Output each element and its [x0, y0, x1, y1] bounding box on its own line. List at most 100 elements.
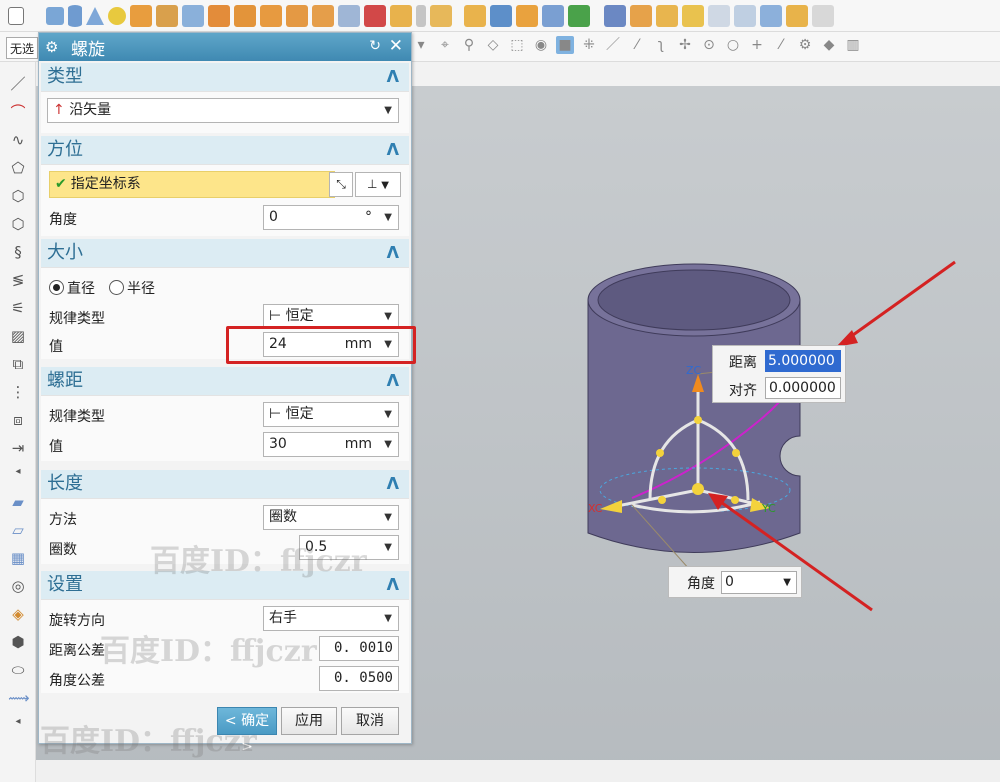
type-filter-select[interactable]: 无选 [6, 37, 38, 59]
line-icon[interactable]: ／ [8, 74, 28, 94]
grid-icon[interactable]: ⁜ [580, 36, 598, 54]
more-icon[interactable] [812, 4, 834, 27]
mesh-icon[interactable]: ▦ [8, 548, 28, 568]
slash-icon[interactable]: ⁄ [772, 36, 790, 54]
offset-curve-icon[interactable]: ≶ [8, 270, 28, 290]
join-icon[interactable]: ⇥ [8, 438, 28, 458]
intersect-icon[interactable]: ⧉ [8, 354, 28, 374]
direction-select[interactable]: 右手 ▼ [263, 606, 399, 631]
line-icon[interactable]: ／ [604, 36, 622, 54]
cross-icon[interactable]: ✢ [676, 36, 694, 54]
layer-icon[interactable]: ◆ [820, 36, 838, 54]
collapse-icon[interactable]: ᐱ [387, 63, 399, 91]
point-icon[interactable]: ◇ [484, 36, 502, 54]
boss-icon[interactable] [208, 4, 230, 27]
sew-icon[interactable] [568, 4, 590, 27]
section-orientation-header[interactable]: 方位 ᐱ [41, 136, 409, 164]
spline-icon[interactable]: ∿ [8, 130, 28, 150]
project-icon[interactable]: ▨ [8, 326, 28, 346]
sheet-icon[interactable] [630, 4, 652, 27]
csys-dialog-button[interactable]: ⤡ [329, 172, 353, 197]
specify-csys-row[interactable]: ✔ 指定坐标系 [49, 171, 335, 198]
polygon-icon[interactable]: ⬡ [8, 214, 28, 234]
wrap-icon[interactable]: ⧈ [8, 410, 28, 430]
pattern-icon[interactable] [464, 4, 486, 27]
turns-field[interactable]: 0.5 ▼ [299, 535, 399, 560]
align-input[interactable]: 0.000000 [765, 377, 841, 399]
quadrant-icon[interactable]: ○ [724, 36, 742, 54]
book-icon[interactable]: ▥ [844, 36, 862, 54]
section-size-header[interactable]: 大小 ᐱ [41, 239, 409, 267]
render-icon[interactable]: ◉ [532, 36, 550, 54]
angle-popup-select[interactable]: 0 ▼ [721, 571, 797, 594]
plus-icon[interactable]: + [748, 36, 766, 54]
unite-icon[interactable] [656, 4, 678, 27]
block-icon[interactable] [46, 6, 64, 25]
size-value-field[interactable]: 24 mm ▼ [263, 332, 399, 357]
slot-icon[interactable] [286, 4, 308, 27]
pitch-law-select[interactable]: ⊢ 恒定 ▼ [263, 402, 399, 427]
view-icon[interactable]: ⚲ [460, 36, 478, 54]
tube-icon[interactable]: ⬭ [8, 660, 28, 680]
sweep-icon[interactable]: ⟿ [8, 688, 30, 708]
sphere-icon[interactable] [108, 6, 126, 25]
collapse-icon[interactable]: ᐱ [387, 136, 399, 164]
tube-icon[interactable] [338, 4, 360, 27]
cancel-button[interactable]: 取消 [341, 707, 399, 735]
surface-icon[interactable]: ▰ [8, 492, 28, 512]
collapse-icon[interactable]: ᐱ [387, 367, 399, 395]
edit-icon[interactable] [760, 4, 782, 27]
pad-icon[interactable] [260, 4, 282, 27]
snap-icon[interactable]: ▾ [412, 36, 430, 54]
size-law-select[interactable]: ⊢ 恒定 ▼ [263, 304, 399, 329]
thread-icon[interactable] [416, 4, 426, 27]
gear-icon[interactable]: ⚙ [45, 38, 65, 56]
shape-icon[interactable]: ⬠ [8, 158, 28, 178]
cylinder-icon[interactable] [68, 4, 82, 27]
angle-tol-input[interactable]: 0. 0500 [319, 666, 399, 691]
hexagon-icon[interactable]: ⬡ [8, 186, 28, 206]
select-icon[interactable]: ⌖ [436, 36, 454, 54]
arc-icon[interactable]: ʅ [652, 36, 670, 54]
move-icon[interactable] [786, 4, 808, 27]
ruled-icon[interactable]: ▱ [8, 520, 28, 540]
trim-icon[interactable] [516, 4, 538, 27]
hole-icon[interactable] [182, 4, 204, 27]
dist-tol-input[interactable]: 0. 0010 [319, 636, 399, 661]
shell-icon[interactable] [430, 4, 452, 27]
revolve-icon[interactable] [156, 4, 178, 27]
section-pitch-header[interactable]: 螺距 ᐱ [41, 367, 409, 395]
radius-radio[interactable]: 半径 [109, 278, 155, 298]
patch-icon[interactable] [604, 4, 626, 27]
blend-icon[interactable] [364, 4, 386, 27]
filter-icon[interactable]: ⚙ [796, 36, 814, 54]
csys-type-button[interactable]: ⊥ ▼ [355, 172, 401, 197]
helix-icon[interactable]: § [8, 242, 28, 262]
tangent-icon[interactable]: ⁄ [628, 36, 646, 54]
pocket-icon[interactable] [234, 4, 256, 27]
new-icon[interactable] [8, 6, 24, 25]
reset-icon[interactable]: ↻ [369, 38, 381, 54]
ok-button[interactable]: < 确定 > [217, 707, 277, 755]
expand-icon[interactable]: ◂ [8, 462, 28, 482]
n-sided-icon[interactable]: ⬢ [8, 632, 28, 652]
swept-icon[interactable]: ◎ [8, 576, 28, 596]
bridge-icon[interactable]: ⚟ [8, 298, 28, 318]
method-select[interactable]: 圈数 ▼ [263, 505, 399, 530]
section-length-header[interactable]: 长度 ᐱ [41, 470, 409, 498]
type-select[interactable]: ↑ 沿矢量 ▼ [47, 98, 399, 123]
extract-icon[interactable]: ⋮ [8, 382, 28, 402]
section-settings-header[interactable]: 设置 ᐱ [41, 571, 409, 599]
mirror-icon[interactable] [490, 4, 512, 27]
section-type-header[interactable]: 类型 ᐱ [41, 63, 409, 91]
distance-input[interactable]: 5.000000 [765, 350, 841, 372]
collapse-icon[interactable]: ᐱ [387, 571, 399, 599]
chamfer-icon[interactable] [390, 4, 412, 27]
surface-icon[interactable] [682, 4, 704, 27]
shade-icon[interactable]: ■ [556, 36, 574, 54]
angle-field[interactable]: 0 ° ▼ [263, 205, 399, 230]
solid-icon[interactable] [734, 4, 756, 27]
extrude-icon[interactable] [130, 4, 152, 27]
dialog-titlebar[interactable]: ⚙ 螺旋 ↻ ✕ [39, 33, 411, 61]
offset-icon[interactable] [542, 4, 564, 27]
